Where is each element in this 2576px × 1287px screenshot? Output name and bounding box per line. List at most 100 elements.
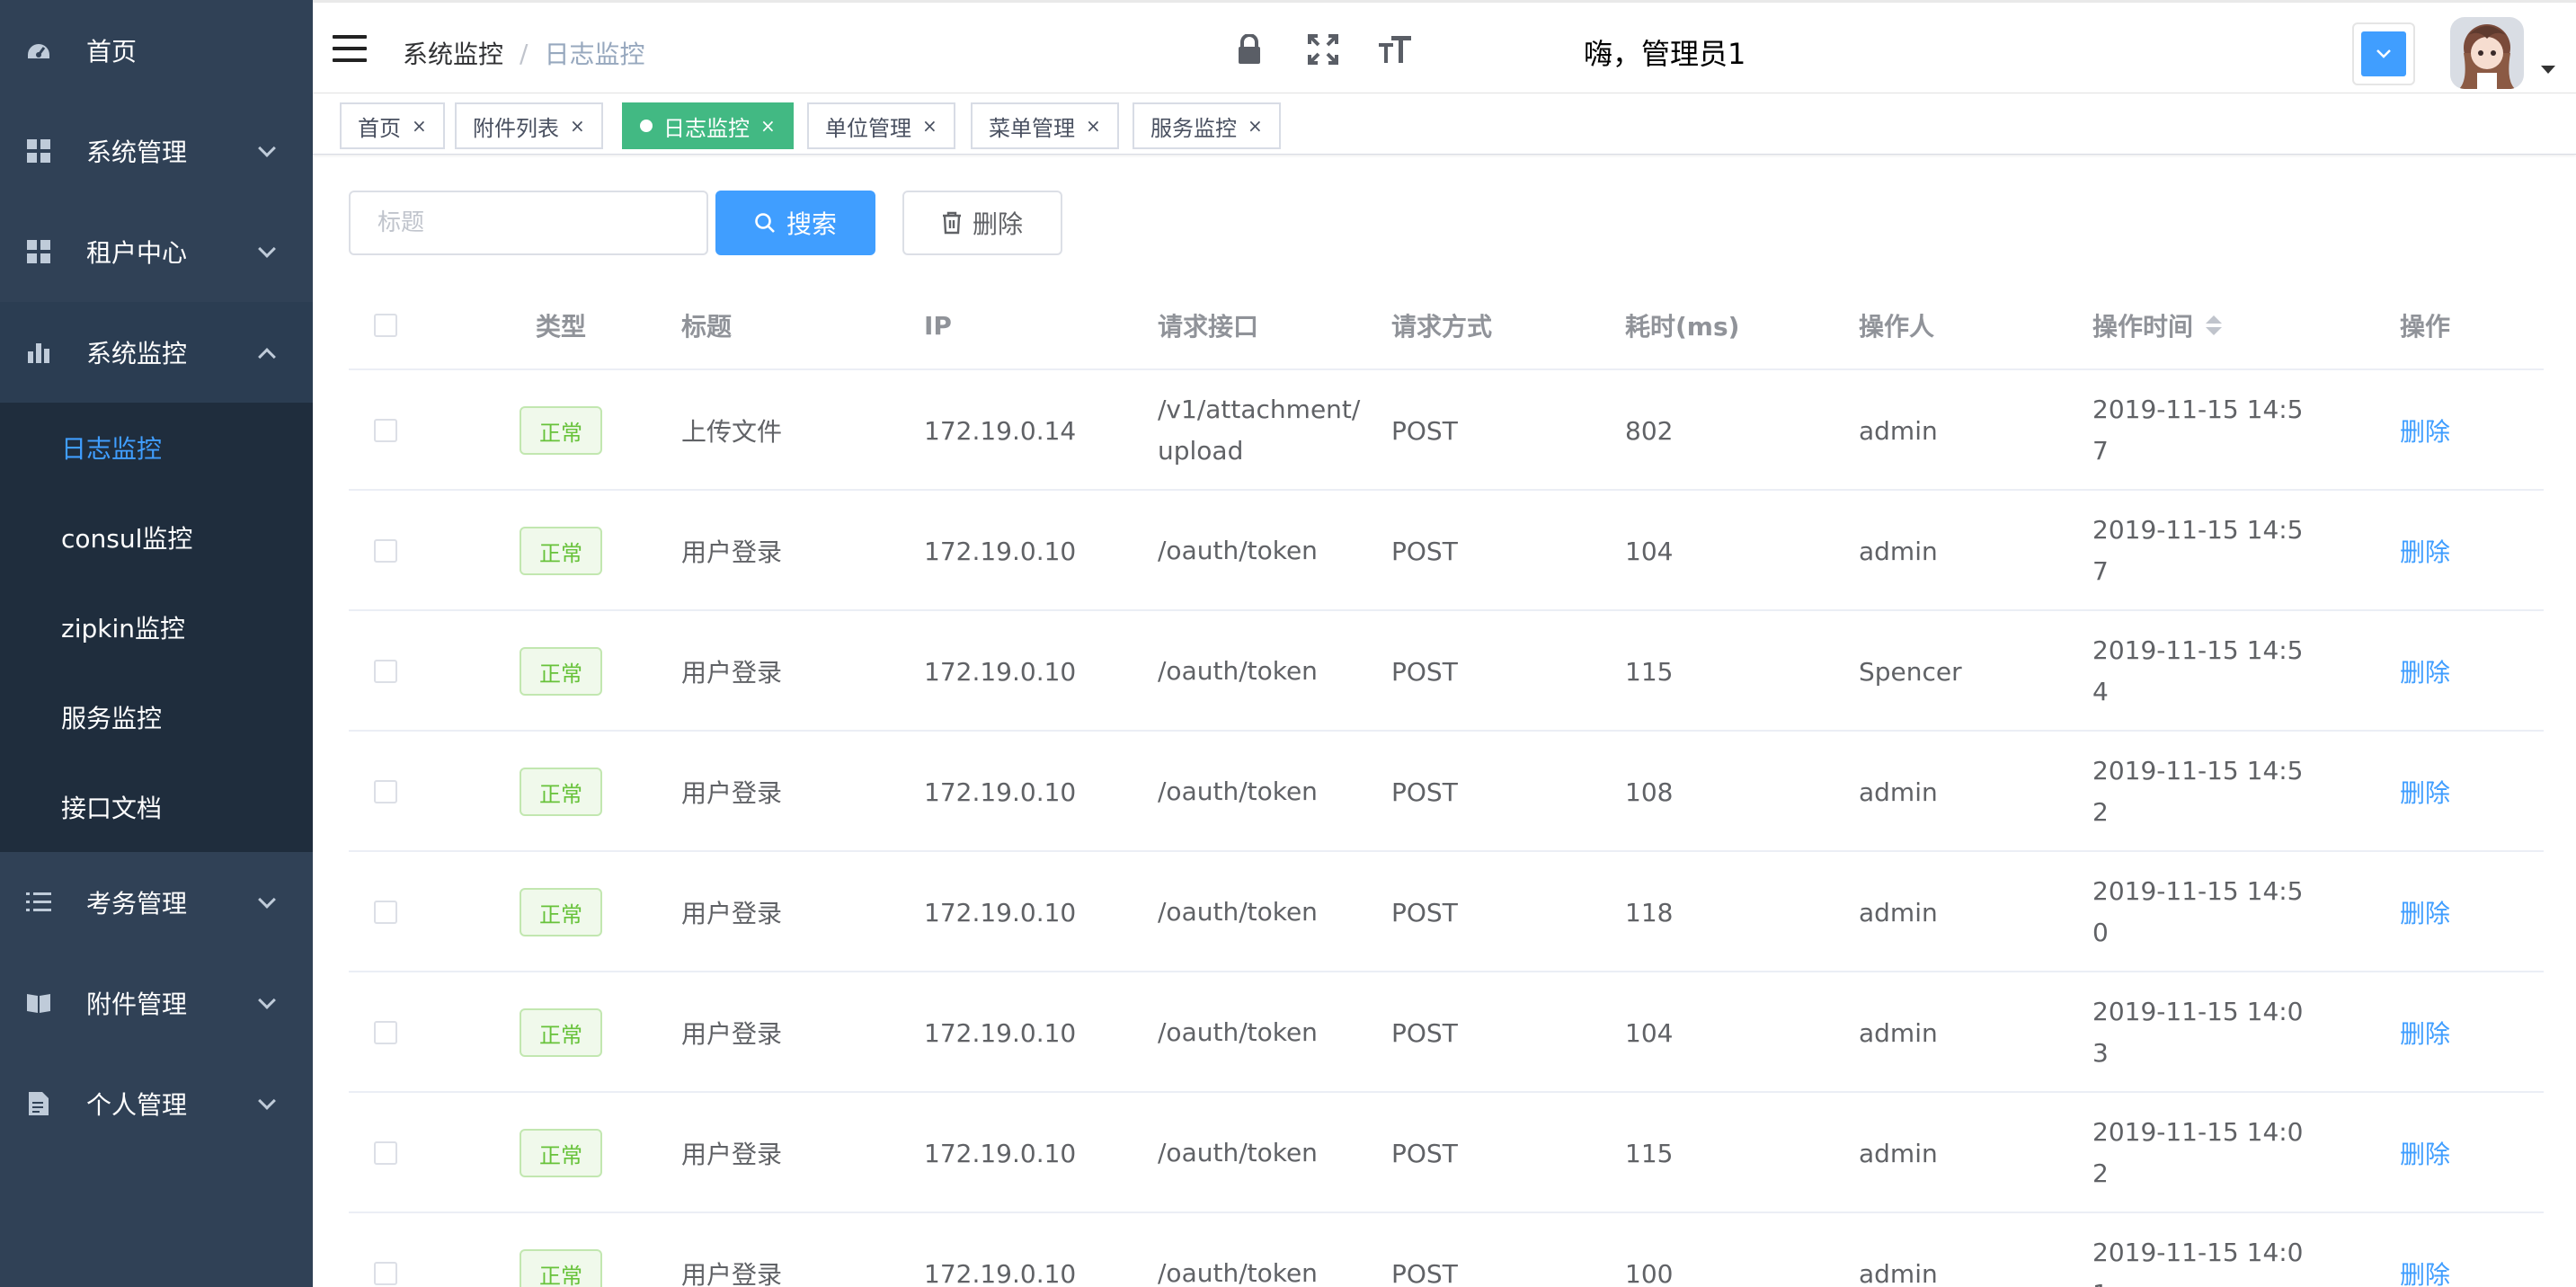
sidebar-item-attachment-management[interactable]: 附件管理 bbox=[0, 953, 313, 1053]
row-checkbox[interactable] bbox=[374, 1262, 397, 1285]
row-checkbox[interactable] bbox=[374, 901, 397, 924]
row-checkbox[interactable] bbox=[374, 660, 397, 683]
row-checkbox-cell bbox=[374, 732, 401, 852]
column-header-duration: 耗时(ms) bbox=[1625, 312, 1740, 342]
tag-log-monitor[interactable]: 日志监控 × bbox=[622, 102, 794, 149]
operation-time-cell: 2019-11-15 14:03 bbox=[2092, 997, 2304, 1068]
title-cell: 用户登录 bbox=[681, 1019, 783, 1049]
grid-icon bbox=[25, 238, 52, 265]
breadcrumb-item-current: 日志监控 bbox=[544, 40, 645, 69]
theme-picker-button[interactable] bbox=[2352, 22, 2415, 85]
tag-home[interactable]: 首页 × bbox=[340, 102, 445, 149]
close-icon[interactable]: × bbox=[1086, 115, 1101, 137]
api-cell: /oauth/token bbox=[1158, 1258, 1318, 1287]
delete-row-link[interactable]: 删除 bbox=[2400, 413, 2450, 448]
breadcrumb-item[interactable]: 系统监控 bbox=[403, 35, 503, 71]
close-icon[interactable]: × bbox=[922, 115, 937, 137]
document-icon bbox=[25, 1090, 52, 1117]
operation-time-cell: 2019-11-15 14:50 bbox=[2092, 876, 2304, 947]
sidebar-subitem-log-monitor[interactable]: 日志监控 bbox=[0, 403, 313, 493]
close-icon[interactable]: × bbox=[570, 115, 585, 137]
sidebar-subitem-zipkin-monitor[interactable]: zipkin监控 bbox=[0, 582, 313, 672]
sidebar-item-home[interactable]: 首页 bbox=[0, 0, 313, 101]
row-checkbox[interactable] bbox=[374, 780, 397, 803]
ip-cell: 172.19.0.10 bbox=[924, 536, 1077, 566]
tag-label: 单位管理 bbox=[825, 115, 911, 141]
delete-row-link[interactable]: 删除 bbox=[2400, 1256, 2450, 1287]
sidebar-item-system-monitor[interactable]: 系统监控 bbox=[0, 302, 313, 403]
avatar[interactable] bbox=[2450, 17, 2524, 89]
font-size-icon[interactable] bbox=[1379, 33, 1411, 66]
row-checkbox[interactable] bbox=[374, 419, 397, 442]
row-checkbox-cell bbox=[374, 972, 401, 1093]
tag-label: 服务监控 bbox=[1150, 115, 1237, 141]
sidebar-item-tenant-center[interactable]: 租户中心 bbox=[0, 201, 313, 302]
title-search-input[interactable] bbox=[349, 191, 708, 255]
sidebar-subitem-consul-monitor[interactable]: consul监控 bbox=[0, 493, 313, 582]
ip-cell: 172.19.0.10 bbox=[924, 897, 1077, 928]
operation-time-cell: 2019-11-15 14:02 bbox=[2092, 1117, 2304, 1188]
method-cell: POST bbox=[1391, 897, 1458, 928]
operator-cell: Spencer bbox=[1859, 656, 1962, 687]
chevron-down-icon bbox=[258, 991, 276, 1009]
close-icon[interactable]: × bbox=[760, 115, 776, 137]
row-checkbox[interactable] bbox=[374, 1021, 397, 1044]
method-cell: POST bbox=[1391, 656, 1458, 687]
sidebar: 首页 系统管理 租户中心 系统监控 日志监控 consul监控 zipkin监控… bbox=[0, 0, 313, 1287]
method-cell: POST bbox=[1391, 777, 1458, 807]
title-cell: 用户登录 bbox=[681, 778, 783, 808]
row-checkbox[interactable] bbox=[374, 539, 397, 563]
tag-menu-management[interactable]: 菜单管理 × bbox=[971, 102, 1119, 149]
status-badge: 正常 bbox=[520, 768, 602, 816]
tag-label: 附件列表 bbox=[473, 115, 559, 141]
delete-button[interactable]: 删除 bbox=[902, 191, 1062, 255]
breadcrumb: 系统监控 / 日志监控 bbox=[403, 35, 644, 71]
search-button[interactable]: 搜索 bbox=[715, 191, 875, 255]
caret-down-icon[interactable] bbox=[2541, 66, 2555, 74]
tag-service-monitor[interactable]: 服务监控 × bbox=[1133, 102, 1281, 149]
api-cell: /oauth/token bbox=[1158, 536, 1318, 565]
sidebar-subitem-service-monitor[interactable]: 服务监控 bbox=[0, 672, 313, 762]
lock-icon[interactable] bbox=[1233, 33, 1266, 66]
row-checkbox-cell bbox=[374, 1093, 401, 1213]
sidebar-item-exam-management[interactable]: 考务管理 bbox=[0, 852, 313, 953]
sort-icon[interactable] bbox=[2206, 315, 2223, 335]
table-row: 正常 用户登录 172.19.0.10/oauth/token POST 104 admi… bbox=[349, 491, 2544, 611]
duration-cell: 104 bbox=[1625, 1017, 1674, 1048]
column-header-operation-time[interactable]: 操作时间 bbox=[2092, 280, 2308, 370]
duration-cell: 115 bbox=[1625, 1138, 1674, 1168]
trash-icon bbox=[942, 211, 962, 235]
tag-unit-management[interactable]: 单位管理 × bbox=[807, 102, 955, 149]
operation-time-cell: 2019-11-15 14:57 bbox=[2092, 395, 2304, 466]
api-cell: /oauth/token bbox=[1158, 897, 1318, 927]
delete-row-link[interactable]: 删除 bbox=[2400, 774, 2450, 810]
tag-attachment-list[interactable]: 附件列表 × bbox=[455, 102, 603, 149]
delete-row-link[interactable]: 删除 bbox=[2400, 533, 2450, 569]
type-cell: 正常 bbox=[507, 491, 615, 611]
delete-row-link[interactable]: 删除 bbox=[2400, 1135, 2450, 1171]
navbar: 系统监控 / 日志监控 嗨，管理员1 bbox=[313, 0, 2576, 93]
fullscreen-icon[interactable] bbox=[1307, 33, 1339, 66]
table-row: 正常 用户登录 172.19.0.10/oauth/token POST 104 admi… bbox=[349, 972, 2544, 1093]
row-checkbox-cell bbox=[374, 370, 401, 491]
sidebar-subitem-api-docs[interactable]: 接口文档 bbox=[0, 762, 313, 852]
operator-cell: admin bbox=[1859, 1258, 1938, 1287]
column-header-ip: IP bbox=[924, 310, 952, 341]
hamburger-menu-icon[interactable] bbox=[333, 35, 367, 62]
status-badge: 正常 bbox=[520, 1129, 602, 1177]
row-checkbox[interactable] bbox=[374, 1141, 397, 1165]
close-icon[interactable]: × bbox=[1248, 115, 1263, 137]
delete-row-link[interactable]: 删除 bbox=[2400, 1015, 2450, 1051]
operator-cell: admin bbox=[1859, 777, 1938, 807]
method-cell: POST bbox=[1391, 1258, 1458, 1287]
close-icon[interactable]: × bbox=[412, 115, 427, 137]
sidebar-item-system-management[interactable]: 系统管理 bbox=[0, 101, 313, 201]
api-cell: /oauth/token bbox=[1158, 1138, 1318, 1167]
ip-cell: 172.19.0.14 bbox=[924, 415, 1077, 446]
delete-row-link[interactable]: 删除 bbox=[2400, 894, 2450, 930]
delete-row-link[interactable]: 删除 bbox=[2400, 653, 2450, 689]
type-cell: 正常 bbox=[507, 732, 615, 852]
sidebar-item-label: 首页 bbox=[86, 37, 138, 67]
sidebar-item-personal-management[interactable]: 个人管理 bbox=[0, 1053, 313, 1154]
select-all-checkbox[interactable] bbox=[374, 314, 397, 337]
